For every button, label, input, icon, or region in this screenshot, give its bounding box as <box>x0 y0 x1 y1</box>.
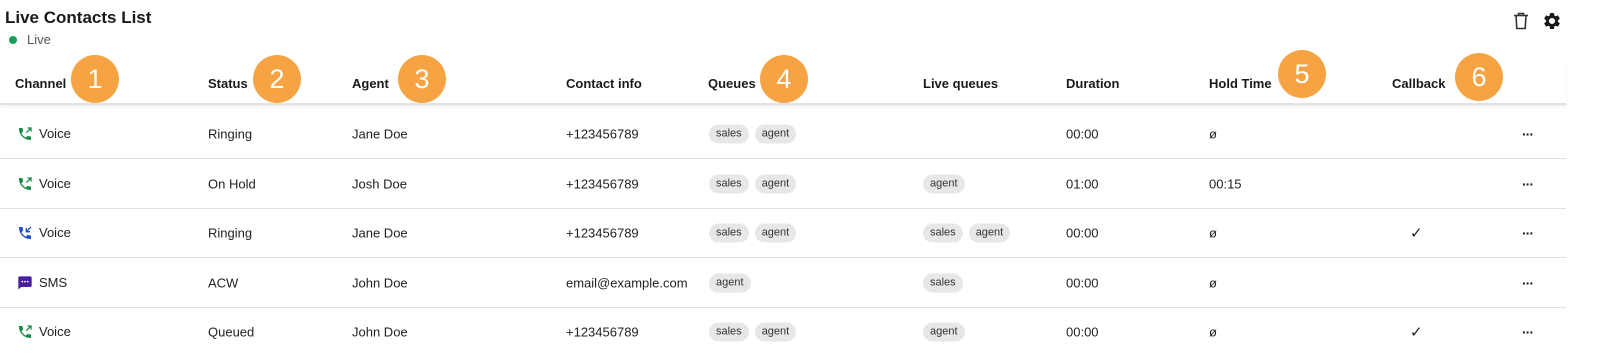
channel-label: Voice <box>39 126 71 141</box>
callout-badge-3: 3 <box>398 55 446 103</box>
contact-info-cell: +123456789 <box>566 225 639 240</box>
more-options-button[interactable]: ··· <box>1522 324 1534 340</box>
column-header-contact-info[interactable]: Contact info <box>566 76 642 91</box>
queue-chip: agent <box>754 223 797 242</box>
more-options-button[interactable]: ··· <box>1522 126 1534 142</box>
callout-badge-4: 4 <box>760 55 808 103</box>
live-status: Live <box>9 32 51 47</box>
live-queues-cell: sales <box>923 273 963 292</box>
more-options-button[interactable]: ··· <box>1522 176 1534 192</box>
gear-icon[interactable] <box>1541 10 1563 32</box>
hold-time-cell: ø <box>1209 225 1217 240</box>
column-header-duration[interactable]: Duration <box>1066 76 1119 91</box>
contact-info-cell: email@example.com <box>566 275 688 290</box>
duration-cell: 00:00 <box>1066 225 1099 240</box>
queue-chip: agent <box>754 322 797 341</box>
status-cell: Ringing <box>208 126 253 141</box>
duration-cell: 01:00 <box>1066 176 1099 191</box>
table-header: Channel 1 Status 2 Agent 3 Contact info … <box>0 50 1566 105</box>
callout-badge-6: 6 <box>1455 53 1503 101</box>
table-row[interactable]: Voice On Hold Josh Doe +123456789 sales agent… <box>0 159 1566 209</box>
hold-time-cell: 00:15 <box>1209 176 1242 191</box>
duration-cell: 00:00 <box>1066 126 1099 141</box>
queue-chip: agent <box>709 273 751 292</box>
live-queues-cell: sales agent <box>923 223 1011 242</box>
voice-outbound-icon <box>17 324 33 340</box>
contact-info-cell: +123456789 <box>566 176 639 191</box>
column-header-callback[interactable]: Callback <box>1392 76 1445 91</box>
more-options-button[interactable]: ··· <box>1522 225 1534 241</box>
live-status-label: Live <box>27 32 51 47</box>
agent-cell: Jane Doe <box>352 126 408 141</box>
callback-check-icon: ✓ <box>1410 323 1423 341</box>
channel-cell: Voice <box>17 225 71 241</box>
live-queue-chip: agent <box>968 223 1011 242</box>
queue-chip: agent <box>754 174 797 193</box>
column-header-live-queues[interactable]: Live queues <box>923 76 998 91</box>
live-queues-cell: agent <box>923 322 965 341</box>
duration-cell: 00:00 <box>1066 324 1099 339</box>
live-queues-cell: agent <box>923 174 965 193</box>
queues-cell: sales agent <box>709 174 797 193</box>
column-header-channel[interactable]: Channel <box>15 76 66 91</box>
agent-cell: John Doe <box>352 324 408 339</box>
hold-time-cell: ø <box>1209 275 1217 290</box>
voice-outbound-icon <box>17 176 33 192</box>
live-dot-icon <box>9 35 17 44</box>
channel-cell: Voice <box>17 176 71 192</box>
agent-cell: Jane Doe <box>352 225 408 240</box>
status-cell: Queued <box>208 324 255 339</box>
table-row[interactable]: Voice Ringing Jane Doe +123456789 sales agent… <box>0 109 1566 159</box>
voice-outbound-icon <box>17 126 33 142</box>
queue-chip: sales <box>709 174 749 193</box>
live-queue-chip: sales <box>923 273 963 292</box>
live-queue-chip: agent <box>923 174 965 193</box>
channel-cell: SMS <box>17 275 67 291</box>
queues-cell: sales agent <box>709 322 797 341</box>
hold-time-cell: ø <box>1209 126 1217 141</box>
table-row[interactable]: Voice Queued John Doe +123456789 sales agent a… <box>0 307 1566 356</box>
callout-badge-2: 2 <box>253 55 301 103</box>
live-queue-chip: sales <box>923 223 963 242</box>
channel-cell: Voice <box>17 324 71 340</box>
callback-check-icon: ✓ <box>1410 224 1423 242</box>
queue-chip: agent <box>754 124 797 143</box>
more-options-button[interactable]: ··· <box>1522 275 1534 291</box>
status-cell: Ringing <box>208 225 253 240</box>
column-header-agent[interactable]: Agent <box>352 76 389 91</box>
contact-info-cell: +123456789 <box>566 324 639 339</box>
trash-icon[interactable] <box>1510 10 1532 32</box>
live-queue-chip: agent <box>923 322 965 341</box>
hold-time-cell: ø <box>1209 324 1217 339</box>
channel-label: SMS <box>39 275 68 290</box>
sms-icon <box>17 275 33 291</box>
table-row[interactable]: Voice Ringing Jane Doe +123456789 sales agent… <box>0 208 1566 258</box>
column-header-hold-time[interactable]: Hold Time <box>1209 76 1272 91</box>
queues-cell: sales agent <box>709 223 797 242</box>
queue-chip: sales <box>709 124 749 143</box>
agent-cell: John Doe <box>352 275 408 290</box>
callout-badge-1: 1 <box>71 55 119 103</box>
column-header-status[interactable]: Status <box>208 76 248 91</box>
status-cell: On Hold <box>208 176 256 191</box>
duration-cell: 00:00 <box>1066 275 1099 290</box>
column-header-queues[interactable]: Queues <box>708 76 756 91</box>
status-cell: ACW <box>208 275 239 290</box>
table-row[interactable]: SMS ACW John Doe email@example.com agent sale… <box>0 258 1566 308</box>
queue-chip: sales <box>709 322 749 341</box>
channel-label: Voice <box>39 324 71 339</box>
channel-cell: Voice <box>17 126 71 142</box>
channel-label: Voice <box>39 176 71 191</box>
agent-cell: Josh Doe <box>352 176 407 191</box>
queues-cell: agent <box>709 273 751 292</box>
page-title: Live Contacts List <box>5 8 152 27</box>
callout-badge-5: 5 <box>1278 50 1326 98</box>
contact-info-cell: +123456789 <box>566 126 639 141</box>
voice-inbound-icon <box>17 225 33 241</box>
queues-cell: sales agent <box>709 124 797 143</box>
queue-chip: sales <box>709 223 749 242</box>
channel-label: Voice <box>39 225 71 240</box>
